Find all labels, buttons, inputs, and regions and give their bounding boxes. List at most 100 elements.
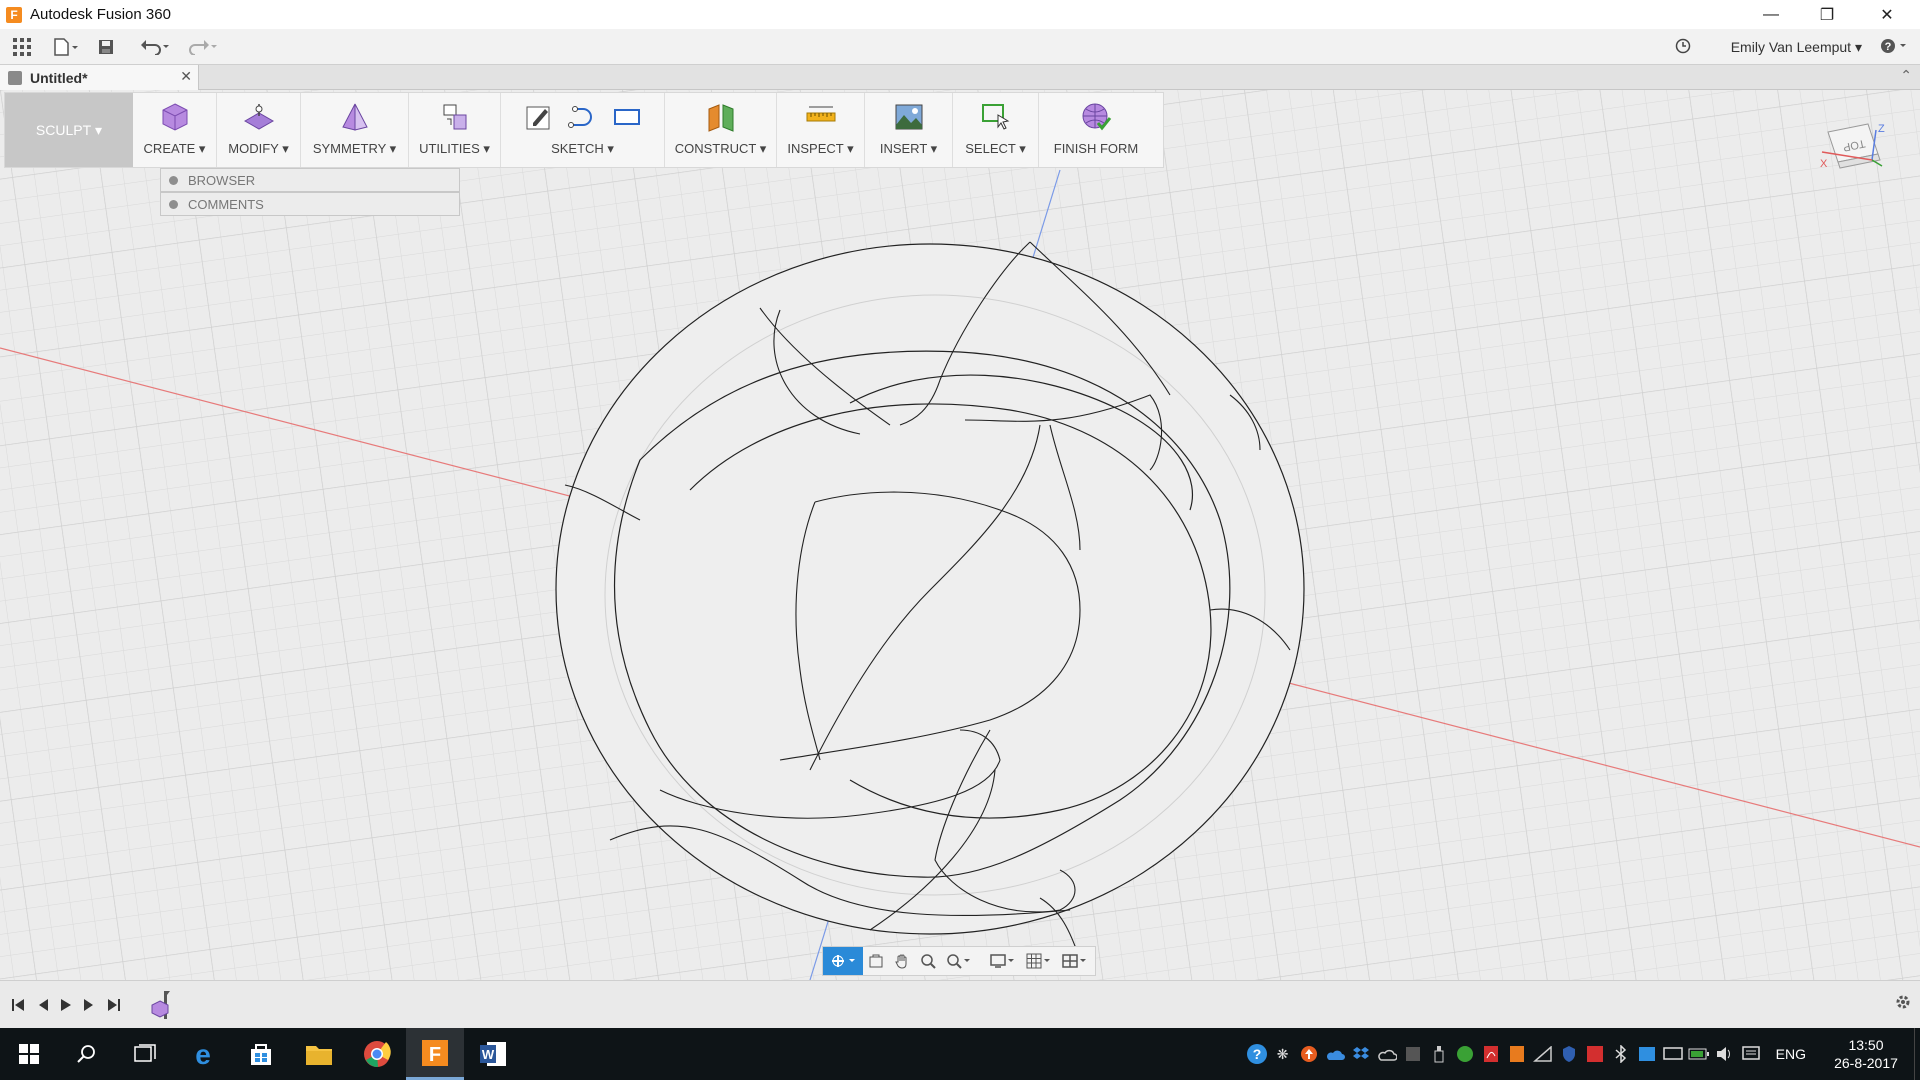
browser-panel[interactable]: BROWSER (160, 168, 460, 192)
bluetooth-icon[interactable] (1608, 1028, 1634, 1080)
upload-icon[interactable] (1296, 1028, 1322, 1080)
document-icon (8, 70, 22, 85)
ribbon-group-utilities[interactable]: UTILITIES ▾ (409, 93, 501, 167)
onedrive-icon[interactable] (1322, 1028, 1348, 1080)
symmetry-dropdown[interactable]: SYMMETRY ▾ (313, 141, 396, 157)
chevron-up-icon[interactable]: ⌃ (1900, 67, 1912, 84)
word-icon[interactable]: W (464, 1028, 522, 1080)
ribbon-group-modify[interactable]: MODIFY ▾ (217, 93, 301, 167)
document-tab-bar: Untitled* ✕ ⌃ (0, 65, 1920, 90)
clock-icon[interactable] (1675, 38, 1691, 57)
pan-hand-icon[interactable] (889, 947, 915, 975)
step-forward-icon[interactable] (78, 993, 102, 1017)
workspace-switcher[interactable]: SCULPT ▾ (5, 93, 133, 167)
task-view-icon[interactable] (116, 1028, 174, 1080)
finish-form-button[interactable]: FINISH FORM (1054, 141, 1139, 156)
utilities-dropdown[interactable]: UTILITIES ▾ (419, 141, 490, 157)
help-circle-icon[interactable]: ? (1244, 1028, 1270, 1080)
windows-start-icon[interactable] (0, 1028, 58, 1080)
pdf-icon[interactable] (1478, 1028, 1504, 1080)
grid-settings-icon[interactable] (1021, 947, 1057, 975)
create-dropdown[interactable]: CREATE ▾ (144, 141, 206, 157)
cloud-sync-icon[interactable] (1374, 1028, 1400, 1080)
edge-browser-icon[interactable]: e (174, 1028, 232, 1080)
close-tab-icon[interactable]: ✕ (180, 68, 192, 85)
orange-app-icon[interactable] (1504, 1028, 1530, 1080)
ribbon-group-insert[interactable]: INSERT ▾ (865, 93, 953, 167)
ribbon-group-inspect[interactable]: INSPECT ▾ (777, 93, 865, 167)
redo-icon[interactable] (180, 32, 228, 62)
user-menu[interactable]: Emily Van Leemput ▾ (1731, 39, 1862, 56)
show-desktop-button[interactable] (1914, 1028, 1920, 1080)
display-settings-icon[interactable] (985, 947, 1021, 975)
step-back-icon[interactable] (30, 993, 54, 1017)
solidworks-icon[interactable] (1582, 1028, 1608, 1080)
play-icon[interactable] (54, 993, 78, 1017)
timeline-settings-gear-icon[interactable] (1894, 993, 1912, 1016)
help-icon[interactable]: ? (1880, 38, 1910, 57)
select-dropdown[interactable]: SELECT ▾ (965, 141, 1025, 157)
language-indicator[interactable]: ENG (1776, 1046, 1806, 1062)
grid-menu-icon[interactable] (0, 32, 44, 62)
restore-button[interactable]: ❐ (1804, 0, 1850, 29)
ribbon-group-create[interactable]: CREATE ▾ (133, 93, 217, 167)
windows-taskbar: e F W ? ❋ ENG 13:50 26-8-2017 (0, 1028, 1920, 1080)
workspace-label: SCULPT (35, 122, 92, 138)
search-icon[interactable] (58, 1028, 116, 1080)
finish-form-icon (1079, 100, 1113, 134)
save-icon[interactable] (88, 32, 124, 62)
document-tab[interactable]: Untitled* ✕ (0, 65, 199, 90)
dropbox-icon[interactable] (1348, 1028, 1374, 1080)
view-cube-x-label: X (1820, 158, 1828, 170)
shield-icon[interactable] (1556, 1028, 1582, 1080)
inspect-dropdown[interactable]: INSPECT ▾ (787, 141, 853, 157)
viewports-icon[interactable] (1057, 947, 1093, 975)
sketch-dropdown[interactable]: SKETCH ▾ (551, 141, 614, 157)
usb-icon[interactable] (1426, 1028, 1452, 1080)
file-explorer-icon[interactable] (290, 1028, 348, 1080)
zoom-icon[interactable] (915, 947, 941, 975)
file-icon[interactable] (44, 32, 88, 62)
volume-icon[interactable] (1712, 1028, 1738, 1080)
create-form-icon (158, 100, 192, 134)
comments-panel[interactable]: COMMENTS (160, 192, 460, 216)
action-center-icon[interactable] (1738, 1028, 1764, 1080)
chrome-icon[interactable] (348, 1028, 406, 1080)
green-app-icon[interactable] (1452, 1028, 1478, 1080)
modify-dropdown[interactable]: MODIFY ▾ (228, 141, 288, 157)
timeline-form-feature-icon[interactable] (148, 990, 176, 1019)
orbit-tool[interactable] (823, 947, 863, 975)
symmetry-icon (338, 100, 372, 134)
canvas-viewport[interactable] (0, 90, 1920, 980)
ribbon-group-construct[interactable]: CONSTRUCT ▾ (665, 93, 777, 167)
insert-dropdown[interactable]: INSERT ▾ (880, 141, 937, 157)
minimize-button[interactable]: — (1748, 0, 1794, 29)
clock[interactable]: 13:50 26-8-2017 (1818, 1036, 1914, 1072)
store-icon[interactable] (232, 1028, 290, 1080)
battery-icon[interactable] (1686, 1028, 1712, 1080)
timeline-bar (0, 980, 1920, 1028)
zoom-window-icon[interactable] (941, 947, 977, 975)
construct-dropdown[interactable]: CONSTRUCT ▾ (675, 141, 767, 157)
go-to-start-icon[interactable] (6, 993, 30, 1017)
svg-text:e: e (195, 1040, 211, 1068)
ribbon-group-sketch[interactable]: SKETCH ▾ (501, 93, 665, 167)
close-window-button[interactable]: ✕ (1864, 0, 1910, 29)
comments-label: COMMENTS (188, 196, 264, 212)
undo-icon[interactable] (132, 32, 180, 62)
fusion-360-taskbar-icon[interactable]: F (406, 1028, 464, 1080)
view-cube[interactable]: TOP Z X (1820, 118, 1886, 184)
ribbon-group-finish-form[interactable]: FINISH FORM (1039, 93, 1153, 167)
browser-expand-icon[interactable] (169, 175, 178, 185)
app-tray-icon-1[interactable] (1400, 1028, 1426, 1080)
comments-expand-icon[interactable] (169, 199, 178, 209)
wifi-icon[interactable] (1530, 1028, 1556, 1080)
blue-app-icon[interactable] (1634, 1028, 1660, 1080)
clock-time: 13:50 (1848, 1037, 1884, 1053)
look-at-icon[interactable] (863, 947, 889, 975)
ribbon-group-symmetry[interactable]: SYMMETRY ▾ (301, 93, 409, 167)
go-to-end-icon[interactable] (102, 993, 126, 1017)
ribbon-group-select[interactable]: SELECT ▾ (953, 93, 1039, 167)
display-icon[interactable] (1660, 1028, 1686, 1080)
settings-gear-icon[interactable]: ❋ (1270, 1028, 1296, 1080)
